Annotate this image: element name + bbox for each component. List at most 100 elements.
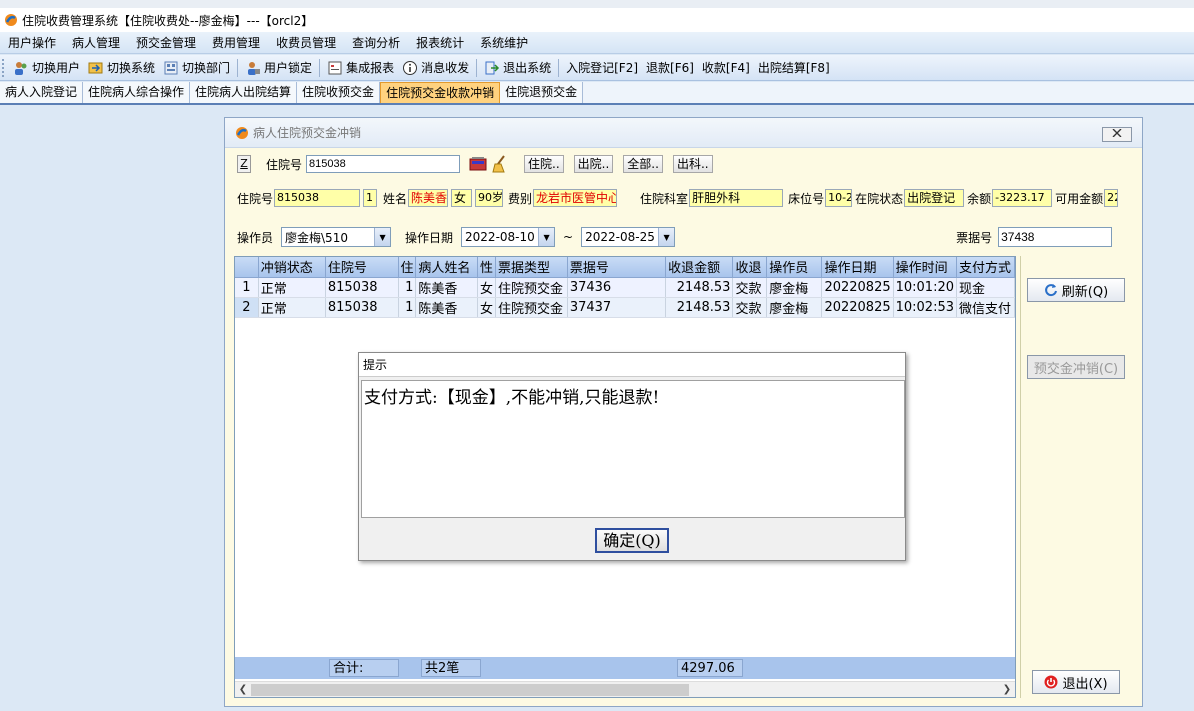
- tab-deposit-refund[interactable]: 住院退预交金: [500, 82, 584, 103]
- column-header[interactable]: 住院号: [325, 257, 399, 278]
- chevron-down-icon[interactable]: ▼: [658, 228, 675, 246]
- app-logo-icon: [5, 14, 17, 26]
- column-header[interactable]: 操作时间: [893, 257, 958, 278]
- discharge-button[interactable]: 出院结算[F8]: [754, 57, 834, 79]
- toolbar-separator: [319, 58, 321, 77]
- tab-patient-ops[interactable]: 住院病人综合操作: [83, 82, 191, 103]
- menu-user-ops[interactable]: 用户操作: [0, 34, 64, 51]
- message-button[interactable]: 消息收发: [398, 57, 473, 79]
- user-lock-button[interactable]: 用户锁定: [241, 57, 316, 79]
- exit-label: 退出(X): [1062, 676, 1108, 692]
- search-hosp-no-input[interactable]: [306, 155, 461, 173]
- tab-bar: 病人入院登记 住院病人综合操作 住院病人出院结算 住院收预交金 住院预交金收款冲…: [0, 82, 1194, 105]
- switch-user-button[interactable]: 切换用户: [9, 57, 84, 79]
- table-cell: 现金: [956, 277, 1015, 298]
- out-dept-button[interactable]: 出科..: [672, 155, 713, 173]
- table-cell: 815038: [325, 277, 399, 298]
- menu-system[interactable]: 系统维护: [472, 34, 536, 51]
- all-button[interactable]: 全部..: [623, 155, 663, 173]
- table-cell: 住院预交金: [495, 297, 568, 318]
- date-to-picker[interactable]: 2022-08-25 ▼: [581, 227, 676, 247]
- menu-fee[interactable]: 费用管理: [204, 34, 268, 51]
- date-to-value: 2022-08-25: [585, 230, 655, 244]
- refund-button[interactable]: 退款[F6]: [642, 57, 698, 79]
- column-header[interactable]: 冲销状态: [258, 257, 326, 278]
- exit-button[interactable]: 退出(X): [1032, 670, 1120, 694]
- switch-system-button[interactable]: 切换系统: [84, 57, 159, 79]
- refresh-button[interactable]: 刷新(Q): [1027, 278, 1125, 302]
- table-cell: 廖金梅: [766, 277, 823, 298]
- close-icon: [1112, 128, 1122, 138]
- column-header[interactable]: 收退: [732, 257, 768, 278]
- balance-label: 余额: [967, 191, 992, 206]
- chevron-down-icon[interactable]: ▼: [374, 228, 391, 246]
- operator-select[interactable]: 廖金梅\510 ▼: [281, 227, 392, 247]
- charge-button[interactable]: 收款[F4]: [698, 57, 754, 79]
- menu-report[interactable]: 报表统计: [408, 34, 472, 51]
- fee-type-label: 费别: [508, 191, 533, 206]
- table-footer: 合计: 共2笔 4297.06: [235, 657, 1015, 679]
- column-header[interactable]: 病人姓名: [415, 257, 478, 278]
- dialog-close-button[interactable]: [1102, 127, 1132, 142]
- switch-dept-button[interactable]: 切换部门: [159, 57, 234, 79]
- action-panel: 刷新(Q) 预交金冲销(C) 退出(X): [1020, 256, 1132, 698]
- column-header[interactable]: 操作日期: [821, 257, 894, 278]
- tab-admission[interactable]: 病人入院登记: [0, 82, 84, 103]
- window-title: 住院收费管理系统【住院收费处--廖金梅】---【orcl2】: [22, 13, 314, 28]
- table-row[interactable]: 1 正常 815038 1 陈美香 女 住院预交金 37436 2148.53 …: [235, 277, 1015, 298]
- column-header[interactable]: 收退金额: [665, 257, 734, 278]
- dialog-title: 病人住院预交金冲销: [253, 126, 362, 140]
- search-row: Z 住院号 住院.. 出院.. 全部.. 出科..: [237, 153, 713, 175]
- table-cell: 2148.53: [665, 277, 734, 298]
- card-reader-icon: [469, 157, 487, 171]
- dialog-titlebar: 病人住院预交金冲销: [225, 118, 1142, 148]
- exit-system-button[interactable]: 退出系统: [480, 57, 555, 79]
- admission-button[interactable]: 入院登记[F2]: [562, 57, 642, 79]
- status-label: 在院状态: [855, 191, 904, 206]
- tab-deposit-collect[interactable]: 住院收预交金: [297, 82, 381, 103]
- table-cell: 1: [398, 277, 417, 298]
- broom-icon: [492, 155, 505, 173]
- menu-deposit[interactable]: 预交金管理: [128, 34, 204, 51]
- bed-label: 床位号: [788, 191, 825, 206]
- z-toggle-button[interactable]: Z: [237, 155, 251, 173]
- scroll-right-icon[interactable]: ❯: [999, 682, 1015, 697]
- column-header[interactable]: 支付方式: [956, 257, 1015, 278]
- discharged-button[interactable]: 出院..: [573, 155, 614, 173]
- menu-bar: 用户操作 病人管理 预交金管理 费用管理 收费员管理 查询分析 报表统计 系统维…: [0, 32, 1194, 54]
- writeoff-button[interactable]: 预交金冲销(C): [1027, 355, 1125, 379]
- receipt-no-input[interactable]: [998, 227, 1113, 247]
- table-cell: 交款: [732, 277, 768, 298]
- age-field: 90岁: [475, 189, 504, 207]
- scroll-left-icon[interactable]: ❮: [235, 682, 251, 697]
- available-label: 可用金额: [1055, 191, 1104, 206]
- tab-deposit-writeoff[interactable]: 住院预交金收款冲销: [380, 82, 501, 103]
- clear-button[interactable]: [490, 155, 510, 173]
- horizontal-scrollbar[interactable]: ❮ ❯: [235, 681, 1015, 697]
- inhospital-button[interactable]: 住院..: [524, 155, 564, 173]
- column-header[interactable]: 操作员: [766, 257, 823, 278]
- info-icon: [403, 60, 418, 75]
- card-reader-button[interactable]: [468, 155, 488, 173]
- table-cell: 女: [477, 297, 496, 318]
- menu-cashier[interactable]: 收费员管理: [268, 34, 344, 51]
- column-header[interactable]: 票据号: [567, 257, 667, 278]
- menu-patient[interactable]: 病人管理: [64, 34, 128, 51]
- table-row[interactable]: 2 正常 815038 1 陈美香 女 住院预交金 37437 2148.53 …: [235, 297, 1015, 318]
- table-cell: 正常: [258, 277, 326, 298]
- column-header[interactable]: 票据类型: [495, 257, 568, 278]
- total-label: 合计:: [329, 659, 399, 677]
- date-from-picker[interactable]: 2022-08-10 ▼: [461, 227, 556, 247]
- column-header[interactable]: 住: [398, 257, 417, 278]
- ok-button[interactable]: 确定(Q): [595, 528, 669, 553]
- tab-discharge[interactable]: 住院病人出院结算: [190, 82, 298, 103]
- column-header[interactable]: 性: [477, 257, 496, 278]
- chevron-down-icon[interactable]: ▼: [538, 228, 555, 246]
- department-icon: [164, 61, 178, 74]
- integrated-report-button[interactable]: 集成报表: [323, 57, 398, 79]
- toolbar-grip[interactable]: [2, 58, 5, 77]
- scroll-thumb[interactable]: [251, 684, 689, 696]
- exit-door-icon: [485, 61, 500, 74]
- menu-query[interactable]: 查询分析: [344, 34, 408, 51]
- patient-name-field: 陈美香: [408, 189, 449, 207]
